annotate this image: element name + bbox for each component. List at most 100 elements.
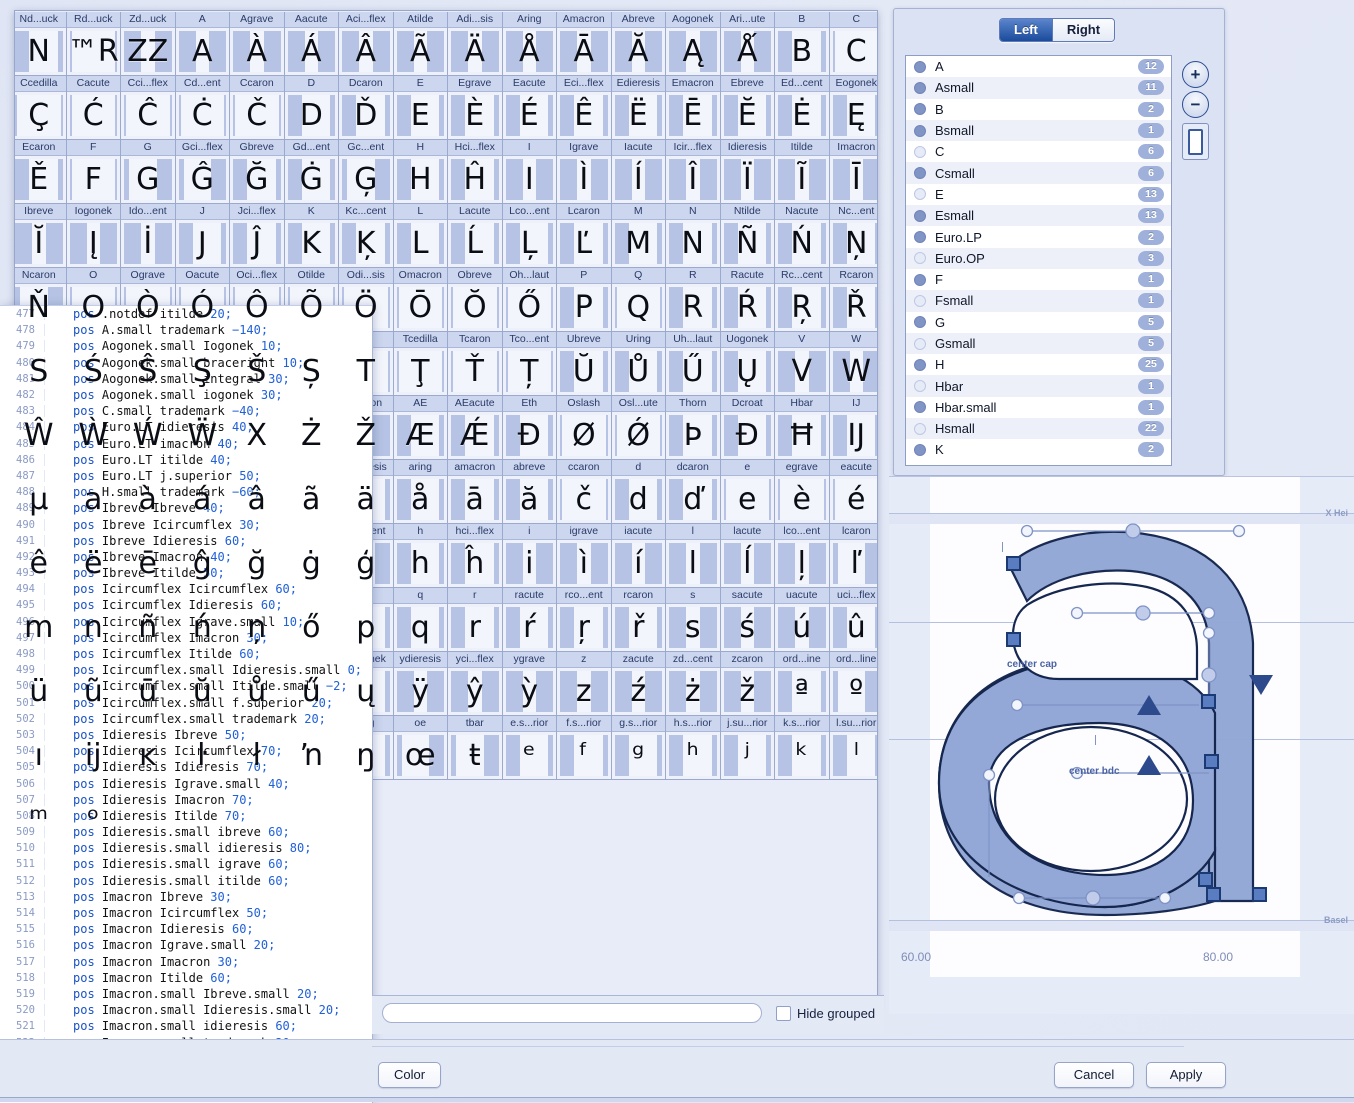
glyph-cell[interactable]: Agrave À: [230, 12, 285, 76]
glyph-cell[interactable]: uacute ú: [775, 588, 830, 652]
code-line[interactable]: 520 pos Imacron.small Idieresis.small 20;: [0, 1002, 372, 1018]
class-status-dot-icon[interactable]: [914, 294, 926, 307]
glyph-cell[interactable]: Iogonek Į: [66, 204, 121, 268]
class-status-dot-icon[interactable]: [914, 380, 926, 393]
glyph-cell[interactable]: AEacute Ǽ: [448, 396, 503, 460]
code-line[interactable]: 479 pos Aogonek.small Iogonek 10;: [0, 338, 372, 354]
glyph-cell[interactable]: Lcaron Ľ: [557, 204, 612, 268]
class-list-item[interactable]: K2: [906, 439, 1171, 461]
cancel-button[interactable]: Cancel: [1054, 1062, 1134, 1088]
glyph-cell[interactable]: Dcroat Đ: [720, 396, 775, 460]
glyph-cell[interactable]: Uring Ů: [611, 332, 666, 396]
class-list-item[interactable]: G5: [906, 311, 1171, 333]
glyph-cell[interactable]: Emacron Ē: [666, 76, 721, 140]
glyph-cell[interactable]: Gbreve Ğ: [230, 140, 285, 204]
glyph-cell[interactable]: AA: [175, 12, 230, 76]
code-line[interactable]: 502 pos Icircumflex.small trademark 20;: [0, 711, 372, 727]
glyph-cell[interactable]: Ibreve Ĭ: [15, 204, 67, 268]
glyph-cell[interactable]: II: [502, 140, 557, 204]
glyph-cell[interactable]: ygrave ỳ: [502, 652, 557, 716]
glyph-cell[interactable]: Amacron Ā: [557, 12, 612, 76]
class-list-item[interactable]: Euro.LP 2: [906, 226, 1171, 248]
glyph-cell[interactable]: ccaron č: [557, 460, 612, 524]
glyph-cell[interactable]: Aogonek Ą: [666, 12, 721, 76]
glyph-cell[interactable]: qq: [393, 588, 448, 652]
glyph-cell[interactable]: Gc...ent Ģ: [339, 140, 394, 204]
glyph-cell[interactable]: Uh...laut Ű: [666, 332, 721, 396]
glyph-cell[interactable]: Hbar Ħ: [775, 396, 830, 460]
class-list-item[interactable]: C6: [906, 141, 1171, 163]
glyph-cell[interactable]: MM: [611, 204, 666, 268]
glyph-cell[interactable]: Abreve Ă: [611, 12, 666, 76]
glyph-cell[interactable]: Imacron Ī: [829, 140, 877, 204]
left-sidebearing-value[interactable]: 60.00: [901, 950, 931, 964]
right-sidebearing-value[interactable]: 80.00: [1203, 950, 1233, 964]
glyph-cell[interactable]: ee: [720, 460, 775, 524]
code-line[interactable]: 515 pos Imacron Idieresis 60;: [0, 921, 372, 937]
class-list-item[interactable]: Hbar.small 1: [906, 396, 1171, 419]
code-line[interactable]: 486 pos Euro.LT itilde 40;: [0, 452, 372, 468]
glyph-cell[interactable]: Ccedilla Ç: [15, 76, 67, 140]
glyph-cell[interactable]: Eacute É: [502, 76, 557, 140]
glyph-cell[interactable]: rco...ent ŗ: [557, 588, 612, 652]
code-line[interactable]: 514 pos Imacron Icircumflex 50;: [0, 905, 372, 921]
glyph-cell[interactable]: KK: [284, 204, 339, 268]
glyph-cell[interactable]: Lacute Ĺ: [448, 204, 503, 268]
glyph-cell[interactable]: oe œ: [393, 716, 448, 780]
glyph-cell[interactable]: Nacute Ń: [775, 204, 830, 268]
class-list-item[interactable]: F1: [906, 268, 1171, 291]
side-segmented-control[interactable]: Left Right: [999, 18, 1116, 42]
class-status-dot-icon[interactable]: [914, 145, 926, 158]
glyph-cell[interactable]: Ari...ute Ǻ: [720, 12, 775, 76]
code-line[interactable]: 498 pos Icircumflex Itilde 60;: [0, 646, 372, 662]
glyph-cell[interactable]: WW: [829, 332, 877, 396]
class-list-item[interactable]: H 25: [906, 354, 1171, 376]
glyph-cell[interactable]: IJ IJ: [829, 396, 877, 460]
search-input[interactable]: [382, 1003, 762, 1023]
glyph-cell[interactable]: zd...cent ż: [666, 652, 721, 716]
class-list-item[interactable]: Esmall 13: [906, 205, 1171, 227]
class-list-item[interactable]: Hbar 1: [906, 375, 1171, 397]
class-list-item[interactable]: Euro.OP 3: [906, 247, 1171, 269]
glyph-cell[interactable]: iacute í: [611, 524, 666, 588]
apply-button[interactable]: Apply: [1146, 1062, 1226, 1088]
glyph-cell[interactable]: aring å: [393, 460, 448, 524]
glyph-cell[interactable]: racute ŕ: [502, 588, 557, 652]
class-list-item[interactable]: Csmall 6: [906, 162, 1171, 184]
code-line[interactable]: 510 pos Idieresis.small idieresis 80;: [0, 840, 372, 856]
glyph-cell[interactable]: igrave ì: [557, 524, 612, 588]
code-line[interactable]: 506 pos Idieresis Igrave.small 40;: [0, 775, 372, 791]
glyph-editor-canvas[interactable]: X Hei Basel center cap center bdc 60.00 …: [889, 476, 1354, 1014]
glyph-cell[interactable]: Adi...sis Ä: [448, 12, 503, 76]
glyph-cell[interactable]: Aacute Á: [284, 12, 339, 76]
glyph-cell[interactable]: Omacron Ō: [393, 268, 448, 332]
class-status-dot-icon[interactable]: [914, 103, 926, 116]
code-line[interactable]: 507 pos Idieresis Imacron 70;: [0, 792, 372, 808]
glyph-cell[interactable]: HH: [393, 140, 448, 204]
glyph-cell[interactable]: Ccaron Č: [230, 76, 285, 140]
add-class-button[interactable]: +: [1182, 61, 1209, 88]
class-list-item[interactable]: Asmall 11: [906, 77, 1171, 99]
code-line[interactable]: 509 pos Idieresis.small ibreve 60;: [0, 824, 372, 840]
glyph-cell[interactable]: rr: [448, 588, 503, 652]
glyph-cell[interactable]: DD: [284, 76, 339, 140]
glyph-cell[interactable]: AE Æ: [393, 396, 448, 460]
glyph-cell[interactable]: Osl...ute Ǿ: [611, 396, 666, 460]
glyph-cell[interactable]: Atilde Ã: [393, 12, 448, 76]
glyph-cell[interactable]: zz: [557, 652, 612, 716]
edit-class-button[interactable]: [1182, 123, 1209, 160]
glyph-cell[interactable]: RR: [666, 268, 721, 332]
glyph-cell[interactable]: Uogonek Ų: [720, 332, 775, 396]
glyph-cell[interactable]: dd: [611, 460, 666, 524]
glyph-cell[interactable]: rcaron ř: [611, 588, 666, 652]
glyph-cell[interactable]: Cacute Ć: [66, 76, 121, 140]
glyph-cell[interactable]: Jci...flex Ĵ: [230, 204, 285, 268]
glyph-cell[interactable]: CC: [829, 12, 877, 76]
glyph-cell[interactable]: Rc...cent Ŗ: [775, 268, 830, 332]
code-line[interactable]: 511 pos Idieresis.small igrave 60;: [0, 856, 372, 872]
remove-class-button[interactable]: −: [1182, 91, 1209, 118]
glyph-cell[interactable]: Edieresis Ë: [611, 76, 666, 140]
glyph-cell[interactable]: Ntilde Ñ: [720, 204, 775, 268]
glyph-cell[interactable]: e.s...rior ᵉ: [502, 716, 557, 780]
code-line[interactable]: 521 pos Imacron.small idieresis 60;: [0, 1018, 372, 1034]
